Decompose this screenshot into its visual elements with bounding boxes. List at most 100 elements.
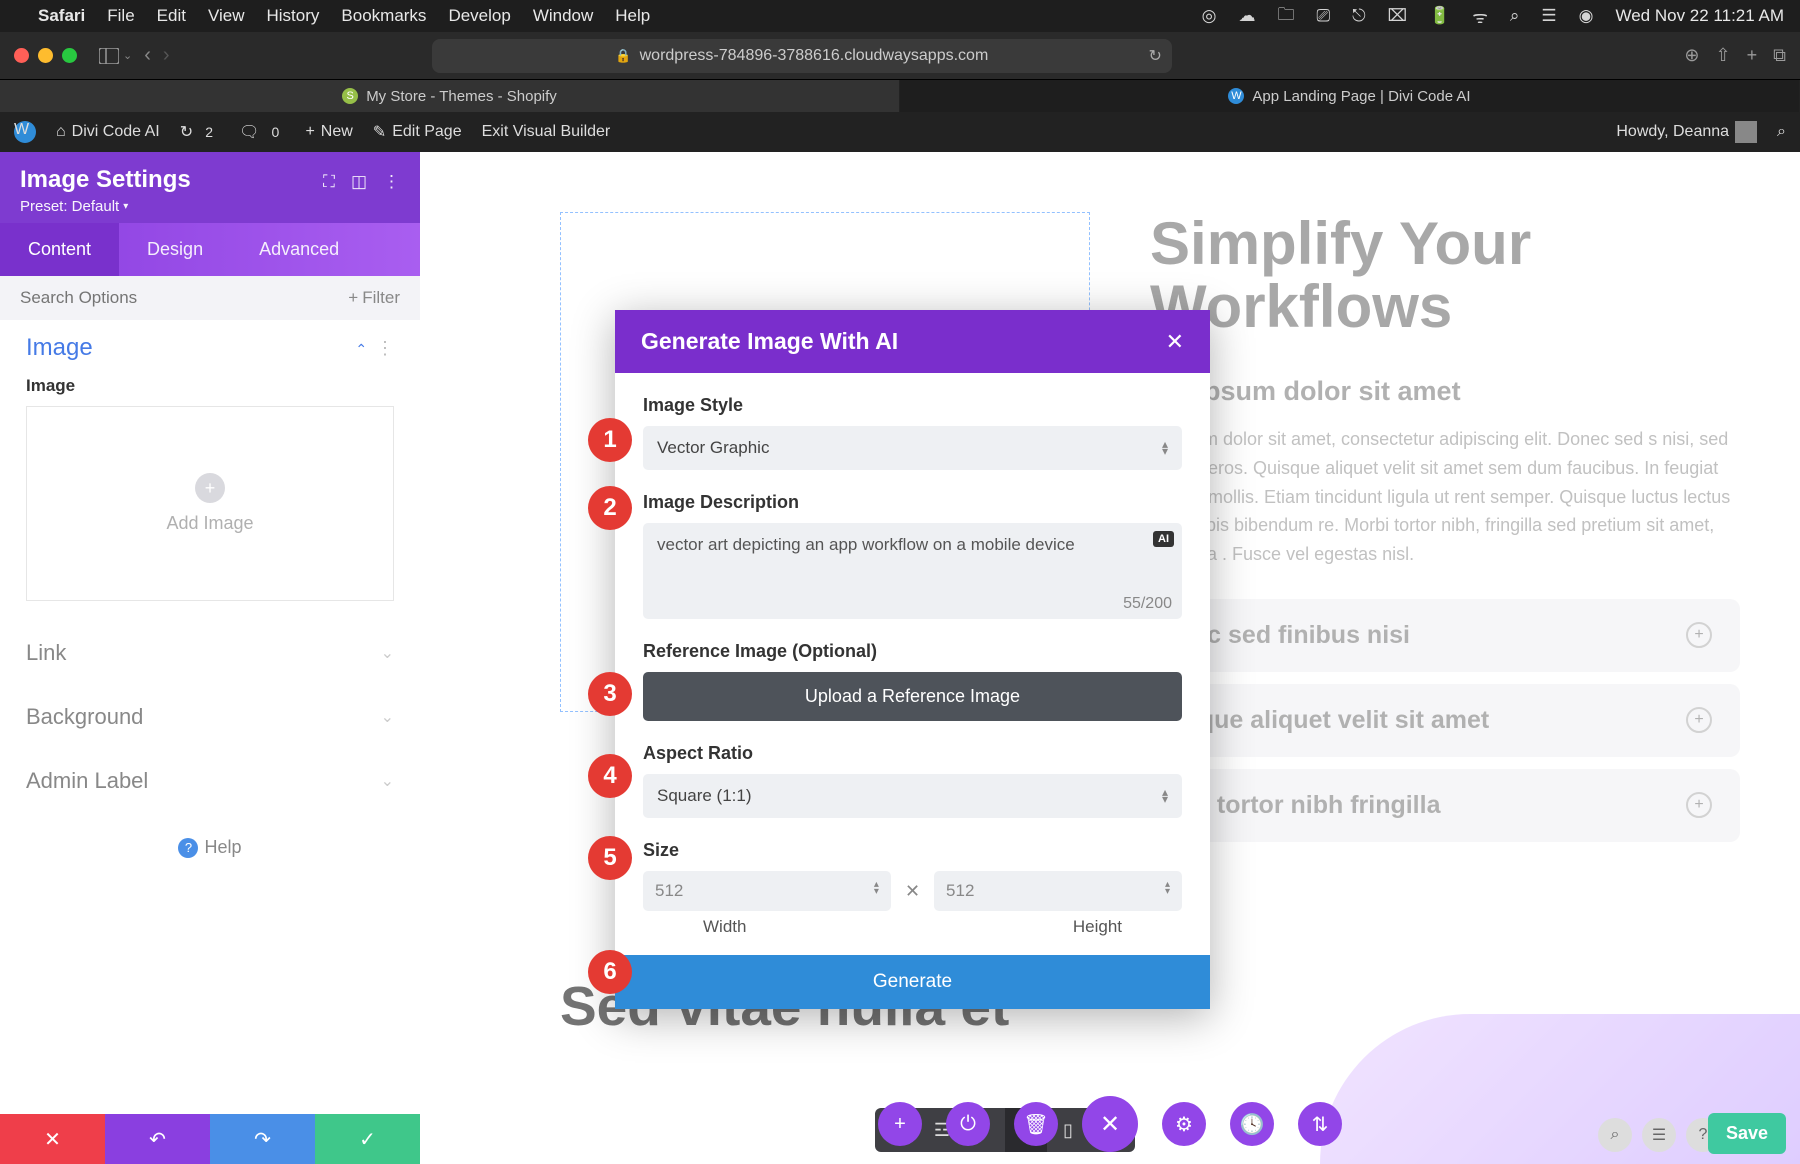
tab-shopify[interactable]: S My Store - Themes - Shopify [0, 80, 900, 112]
columns-icon[interactable]: ◫ [351, 172, 367, 192]
tab-wordpress[interactable]: W App Landing Page | Divi Code AI [900, 80, 1800, 112]
wp-logo[interactable]: W [14, 121, 36, 143]
width-label: Width [703, 917, 746, 937]
times-icon: ✕ [905, 881, 920, 902]
folder-icon[interactable]: 🗀 [1277, 2, 1294, 31]
generate-button[interactable]: Generate [615, 955, 1210, 1009]
width-input[interactable]: 512▴▾ [643, 871, 891, 911]
apply-button[interactable]: ✓ [315, 1114, 420, 1164]
help-link[interactable]: ? Help [0, 813, 420, 882]
add-image-dropzone[interactable]: + Add Image [26, 406, 394, 601]
menu-develop[interactable]: Develop [448, 6, 510, 26]
new-tab-icon[interactable]: + [1747, 45, 1758, 66]
tab-design[interactable]: Design [119, 223, 231, 276]
reload-icon[interactable]: ↻ [1148, 46, 1161, 66]
minimize-window[interactable] [38, 48, 53, 63]
select-arrows-icon: ▴▾ [1162, 441, 1168, 455]
aspect-label: Aspect Ratio [643, 743, 1182, 764]
tab-content[interactable]: Content [0, 223, 119, 276]
wp-howdy[interactable]: Howdy, Deanna [1616, 121, 1757, 143]
menu-bookmarks[interactable]: Bookmarks [341, 6, 426, 26]
add-image-label: Add Image [166, 513, 253, 534]
battery-icon[interactable]: 🔋 [1429, 6, 1450, 26]
wordpress-icon: W [1228, 88, 1244, 104]
close-icon[interactable]: ✕ [1166, 329, 1184, 355]
menu-history[interactable]: History [267, 6, 320, 26]
aspect-select[interactable]: Square (1:1) ▴▾ [643, 774, 1182, 818]
search-input[interactable] [20, 288, 348, 308]
menu-window[interactable]: Window [533, 6, 593, 26]
avatar [1735, 121, 1757, 143]
mac-menubar: Safari File Edit View History Bookmarks … [0, 0, 1800, 32]
wp-edit[interactable]: ✎ Edit Page [373, 122, 462, 142]
add-button[interactable]: + [878, 1102, 922, 1146]
wp-comments[interactable]: 🗨 0 [239, 122, 285, 142]
more-icon[interactable]: ⋮ [383, 172, 400, 192]
section-background[interactable]: Background⌄ [0, 685, 420, 749]
swap-button[interactable]: ⇅ [1298, 1102, 1342, 1146]
more-icon[interactable]: ⋮ [376, 338, 394, 358]
stepper-icon[interactable]: ▴▾ [1165, 881, 1170, 901]
history-button[interactable]: 🕓 [1230, 1102, 1274, 1146]
ai-modal: Generate Image With AI ✕ Image Style Vec… [615, 310, 1210, 1009]
wp-new[interactable]: + New [305, 123, 352, 141]
layers-icon[interactable]: ☰ [1642, 1118, 1676, 1152]
wp-site[interactable]: ⌂ Divi Code AI [56, 123, 160, 141]
upload-button[interactable]: Upload a Reference Image [643, 672, 1182, 721]
record-icon[interactable]: ◎ [1202, 6, 1217, 26]
save-button[interactable]: Save [1708, 1113, 1786, 1154]
preset-selector[interactable]: Preset: Default ▾ [20, 198, 191, 215]
forward-button[interactable]: › [163, 44, 170, 67]
menu-edit[interactable]: Edit [157, 6, 186, 26]
screen-icon[interactable]: ⎚ [1316, 6, 1330, 26]
maximize-window[interactable] [62, 48, 77, 63]
power-button[interactable]: ⏻ [946, 1102, 990, 1146]
height-input[interactable]: 512▴▾ [934, 871, 1182, 911]
settings-button[interactable]: ⚙ [1162, 1102, 1206, 1146]
url-bar[interactable]: 🔒 wordpress-784896-3788616.cloudwaysapps… [432, 39, 1172, 73]
section-image[interactable]: Image ⌃ ⋮ [0, 320, 420, 372]
close-window[interactable] [14, 48, 29, 63]
menu-help[interactable]: Help [615, 6, 650, 26]
wifi-icon[interactable]: ᯤ [1472, 5, 1488, 28]
section-admin-label[interactable]: Admin Label⌄ [0, 749, 420, 813]
tab-advanced[interactable]: Advanced [231, 223, 367, 276]
wp-search-icon[interactable]: ⌕ [1777, 123, 1786, 141]
wp-admin-bar: W ⌂ Divi Code AI ↻ 2 🗨 0 + New ✎ Edit Pa… [0, 112, 1800, 152]
focus-icon[interactable]: ⛶ [323, 172, 335, 192]
undo-button[interactable]: ↶ [105, 1114, 210, 1164]
redo-button[interactable]: ↷ [210, 1114, 315, 1164]
share-icon[interactable]: ⇧ [1716, 45, 1731, 66]
search-icon[interactable]: ⌕ [1510, 6, 1520, 26]
control-center-icon[interactable]: ☰ [1541, 6, 1556, 26]
find-icon[interactable]: ⌕ [1598, 1118, 1632, 1152]
annotation-1: 1 [588, 418, 632, 462]
tabs-icon[interactable]: ⧉ [1773, 45, 1786, 66]
stepper-icon[interactable]: ▴▾ [874, 881, 879, 901]
back-button[interactable]: ‹ [144, 44, 151, 67]
keyboard-icon[interactable]: ⌧ [1388, 6, 1408, 26]
desc-textarea[interactable]: vector art depicting an app workflow on … [643, 523, 1182, 619]
delete-button[interactable]: 🗑 [1014, 1102, 1058, 1146]
cloud-icon[interactable]: ☁ [1238, 6, 1255, 26]
annotation-2: 2 [588, 486, 632, 530]
siri-icon[interactable]: ◉ [1579, 6, 1594, 26]
style-select[interactable]: Vector Graphic ▴▾ [643, 426, 1182, 470]
close-builder-button[interactable]: ✕ [1082, 1096, 1138, 1152]
section-link[interactable]: Link⌄ [0, 621, 420, 685]
sidebar-toggle-icon[interactable]: ⌄ [99, 48, 132, 64]
menu-file[interactable]: File [107, 6, 134, 26]
ai-badge[interactable]: AI [1153, 531, 1174, 547]
download-icon[interactable]: ⊕ [1684, 45, 1699, 66]
filter-button[interactable]: + Filter [348, 288, 400, 308]
style-label: Image Style [643, 395, 1182, 416]
size-label: Size [643, 840, 1182, 861]
menu-view[interactable]: View [208, 6, 245, 26]
clock[interactable]: Wed Nov 22 11:21 AM [1615, 6, 1784, 26]
wp-exit[interactable]: Exit Visual Builder [482, 123, 611, 141]
discard-button[interactable]: ✕ [0, 1114, 105, 1164]
app-name[interactable]: Safari [38, 6, 85, 26]
chevron-down-icon: ⌄ [381, 707, 394, 727]
wp-refresh[interactable]: ↻ 2 [180, 122, 219, 142]
bluetooth-icon[interactable]: ⎋ [1352, 6, 1365, 26]
